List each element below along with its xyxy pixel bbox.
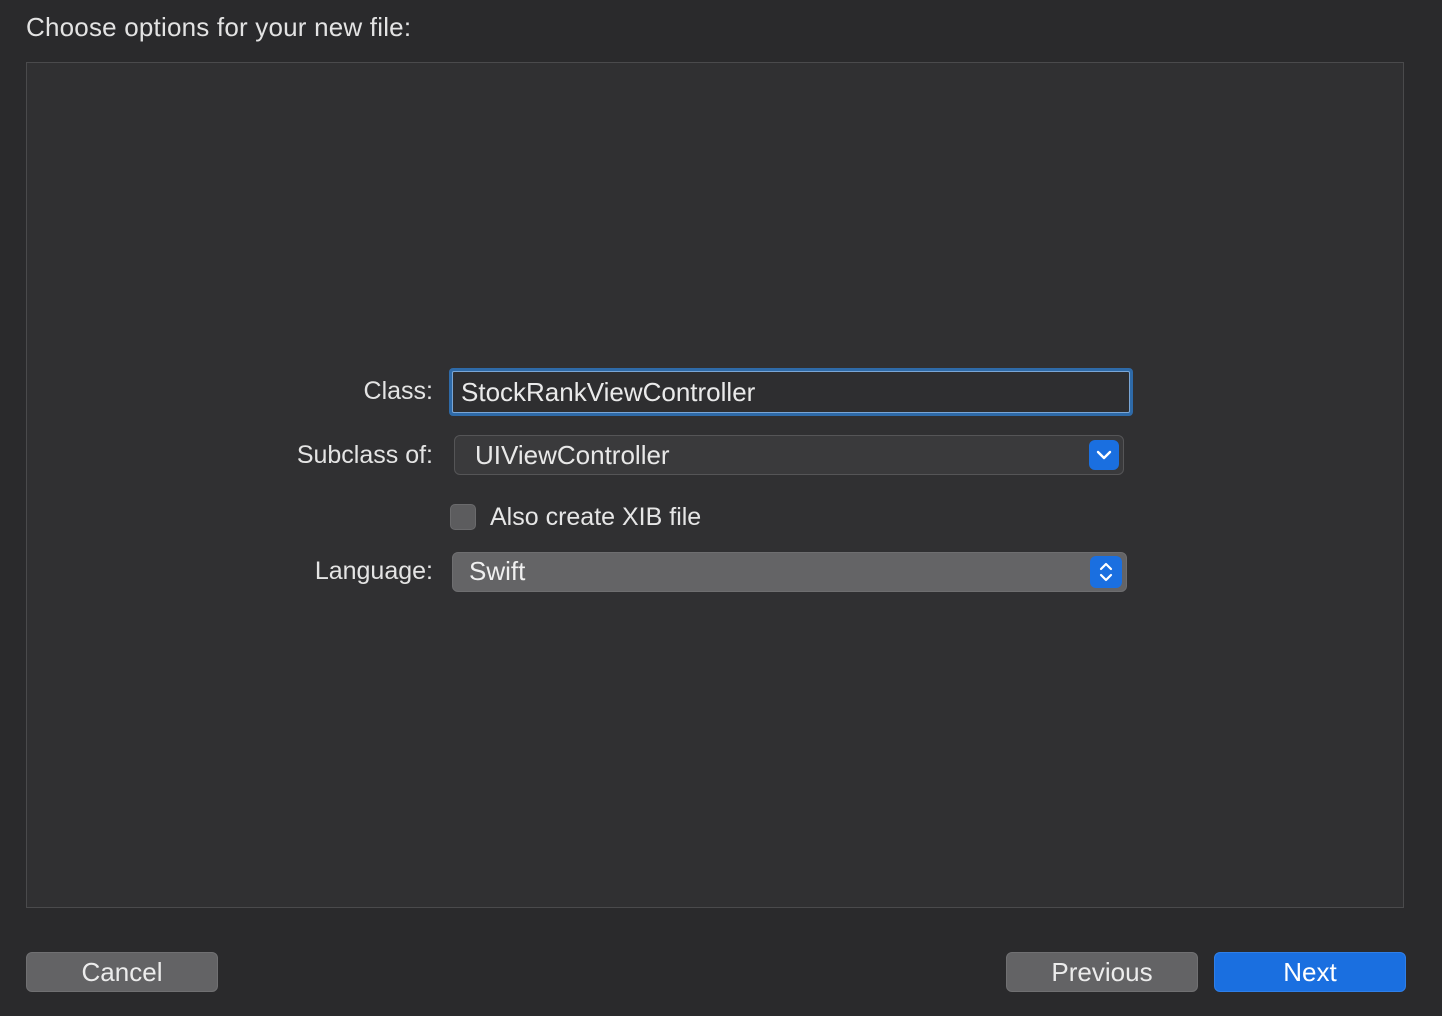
language-label: Language:: [314, 557, 433, 585]
subclass-popup[interactable]: UIViewController: [454, 435, 1124, 475]
language-popup[interactable]: Swift: [452, 552, 1127, 592]
cancel-button[interactable]: Cancel: [26, 952, 218, 992]
sheet-title: Choose options for your new file:: [26, 12, 412, 42]
options-panel: [26, 62, 1404, 908]
xib-checkbox[interactable]: [450, 504, 476, 530]
up-down-chevron-icon[interactable]: [1090, 556, 1122, 588]
chevron-down-icon[interactable]: [1089, 440, 1119, 470]
new-file-options-sheet: Choose options for your new file: Class:…: [0, 0, 1442, 1016]
language-value: Swift: [469, 556, 526, 586]
class-name-input[interactable]: [449, 368, 1133, 416]
xib-checkbox-label[interactable]: Also create XIB file: [490, 503, 701, 532]
subclass-value: UIViewController: [475, 440, 670, 470]
subclass-label: Subclass of:: [296, 441, 433, 469]
next-button[interactable]: Next: [1214, 952, 1406, 992]
xib-checkbox-row[interactable]: Also create XIB file: [450, 501, 701, 533]
previous-button[interactable]: Previous: [1006, 952, 1198, 992]
class-label: Class:: [363, 377, 433, 405]
